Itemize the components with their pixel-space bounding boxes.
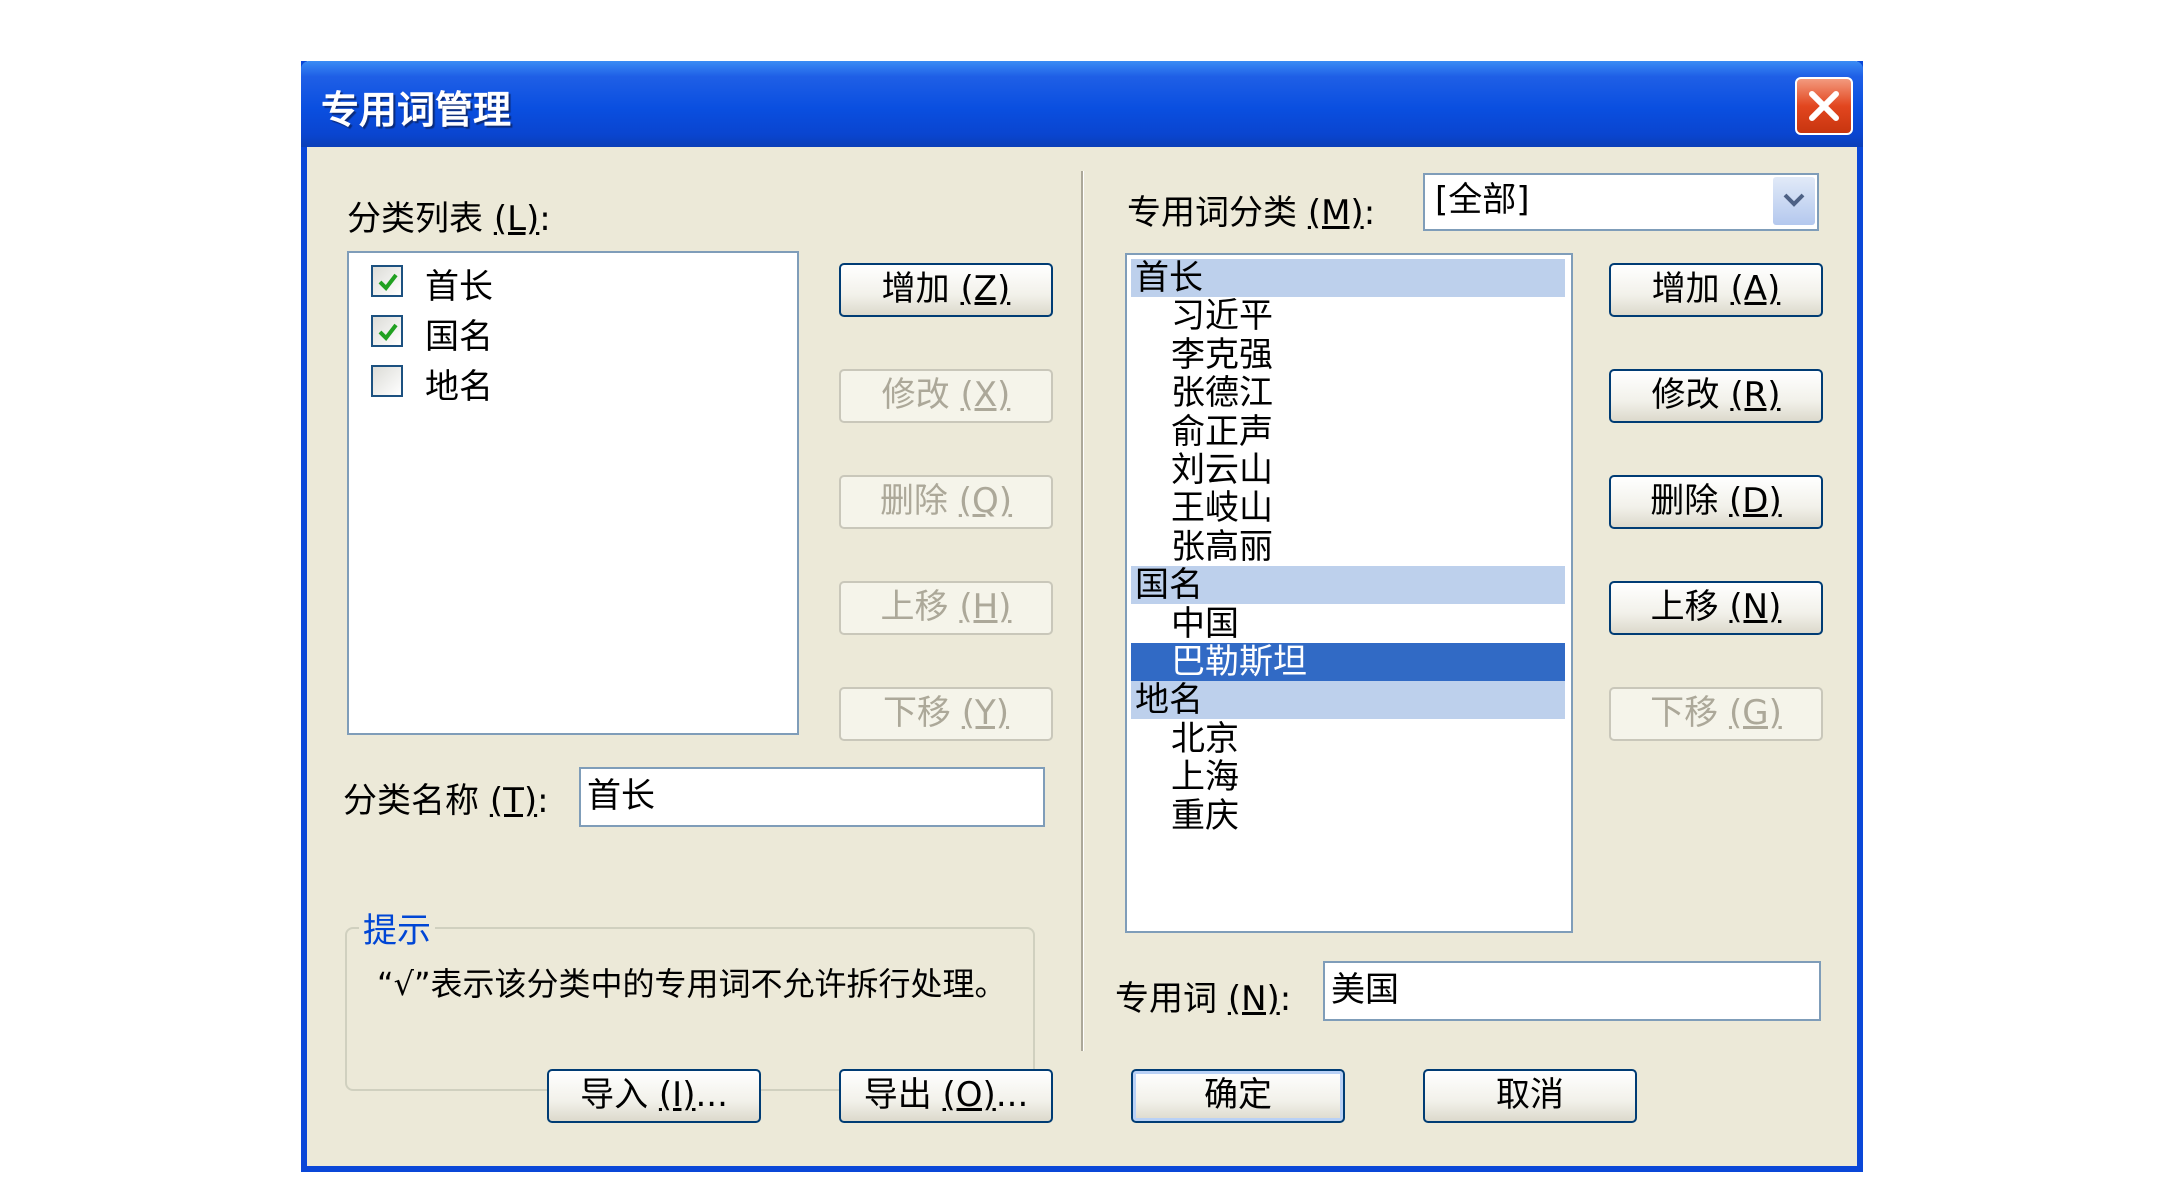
tree-word-row[interactable]: 张德江 [1131,374,1565,412]
tree-word-row[interactable]: 上海 [1131,758,1565,796]
import-button[interactable]: 导入 (I)... [547,1069,761,1123]
tree-word-row[interactable]: 俞正声 [1131,413,1565,451]
checkbox-check-icon [378,273,398,292]
hint-title: 提示 [359,903,435,952]
word-category-label: 专用词分类 (M): [1127,193,1376,233]
word-label: 专用词 (N): [1115,979,1292,1019]
left-add-button[interactable]: 增加 (Z) [839,263,1053,317]
left-delete-button[interactable]: 删除 (Q) [839,475,1053,529]
tree-category-row[interactable]: 国名 [1131,566,1565,605]
export-button[interactable]: 导出 (O)... [839,1069,1053,1123]
checkbox-diming[interactable] [371,365,403,397]
right-move-up-button[interactable]: 上移 (N) [1609,581,1823,635]
tree-word-row[interactable]: 李克强 [1131,336,1565,374]
word-tree-listbox[interactable]: 首长 习近平 李克强 张德江 俞正声 刘云山 王岐山 张高丽 国名 中国 巴勒斯坦 地名 北京 上海 重庆 [1125,253,1573,933]
left-move-up-button[interactable]: 上移 (H) [839,581,1053,635]
hint-text: “√”表示该分类中的专用词不允许拆行处理。 [377,965,1007,1003]
word-input[interactable]: 美国 [1323,961,1821,1021]
vertical-divider [1081,171,1084,1051]
category-list-label: 分类列表 (L): [347,199,551,239]
right-add-button[interactable]: 增加 (A) [1609,263,1823,317]
tree-word-row[interactable]: 北京 [1131,720,1565,758]
tree-word-row[interactable]: 习近平 [1131,297,1565,335]
window-title: 专用词管理 [321,88,512,132]
tree-word-row[interactable]: 王岐山 [1131,489,1565,527]
category-listbox[interactable]: 首长 国名 地名 [347,251,799,735]
dialog-window: 专用词管理 分类列表 (L): 首长 国名 地名 增加 (Z) 修改 (X) 删… [301,61,1863,1172]
tree-category-row[interactable]: 地名 [1131,681,1565,720]
checkbox-shouzhang[interactable] [371,265,403,297]
category-name-label: 分类名称 (T): [343,781,549,821]
category-name-input[interactable]: 首长 [579,767,1045,827]
left-move-down-button[interactable]: 下移 (Y) [839,687,1053,741]
close-button[interactable] [1795,77,1853,135]
close-icon [1809,91,1839,121]
tree-word-row[interactable]: 重庆 [1131,797,1565,835]
tree-word-row[interactable]: 刘云山 [1131,451,1565,489]
hint-groupbox: 提示 “√”表示该分类中的专用词不允许拆行处理。 [345,903,1035,1091]
tree-word-row[interactable]: 中国 [1131,605,1565,643]
cancel-button[interactable]: 取消 [1423,1069,1637,1123]
tree-word-row[interactable]: 张高丽 [1131,528,1565,566]
tree-word-row[interactable]: 巴勒斯坦 [1131,643,1565,681]
checkbox-check-icon [378,323,398,342]
right-modify-button[interactable]: 修改 (R) [1609,369,1823,423]
right-delete-button[interactable]: 删除 (D) [1609,475,1823,529]
combo-dropdown-button[interactable] [1773,177,1815,225]
left-modify-button[interactable]: 修改 (X) [839,369,1053,423]
chevron-down-icon [1783,193,1805,207]
title-bar[interactable]: 专用词管理 [301,61,1863,147]
tree-category-row[interactable]: 首长 [1131,259,1565,297]
word-category-select[interactable]: [全部] [1423,173,1819,231]
checkbox-guoming[interactable] [371,315,403,347]
right-move-down-button[interactable]: 下移 (G) [1609,687,1823,741]
ok-button[interactable]: 确定 [1131,1069,1345,1123]
